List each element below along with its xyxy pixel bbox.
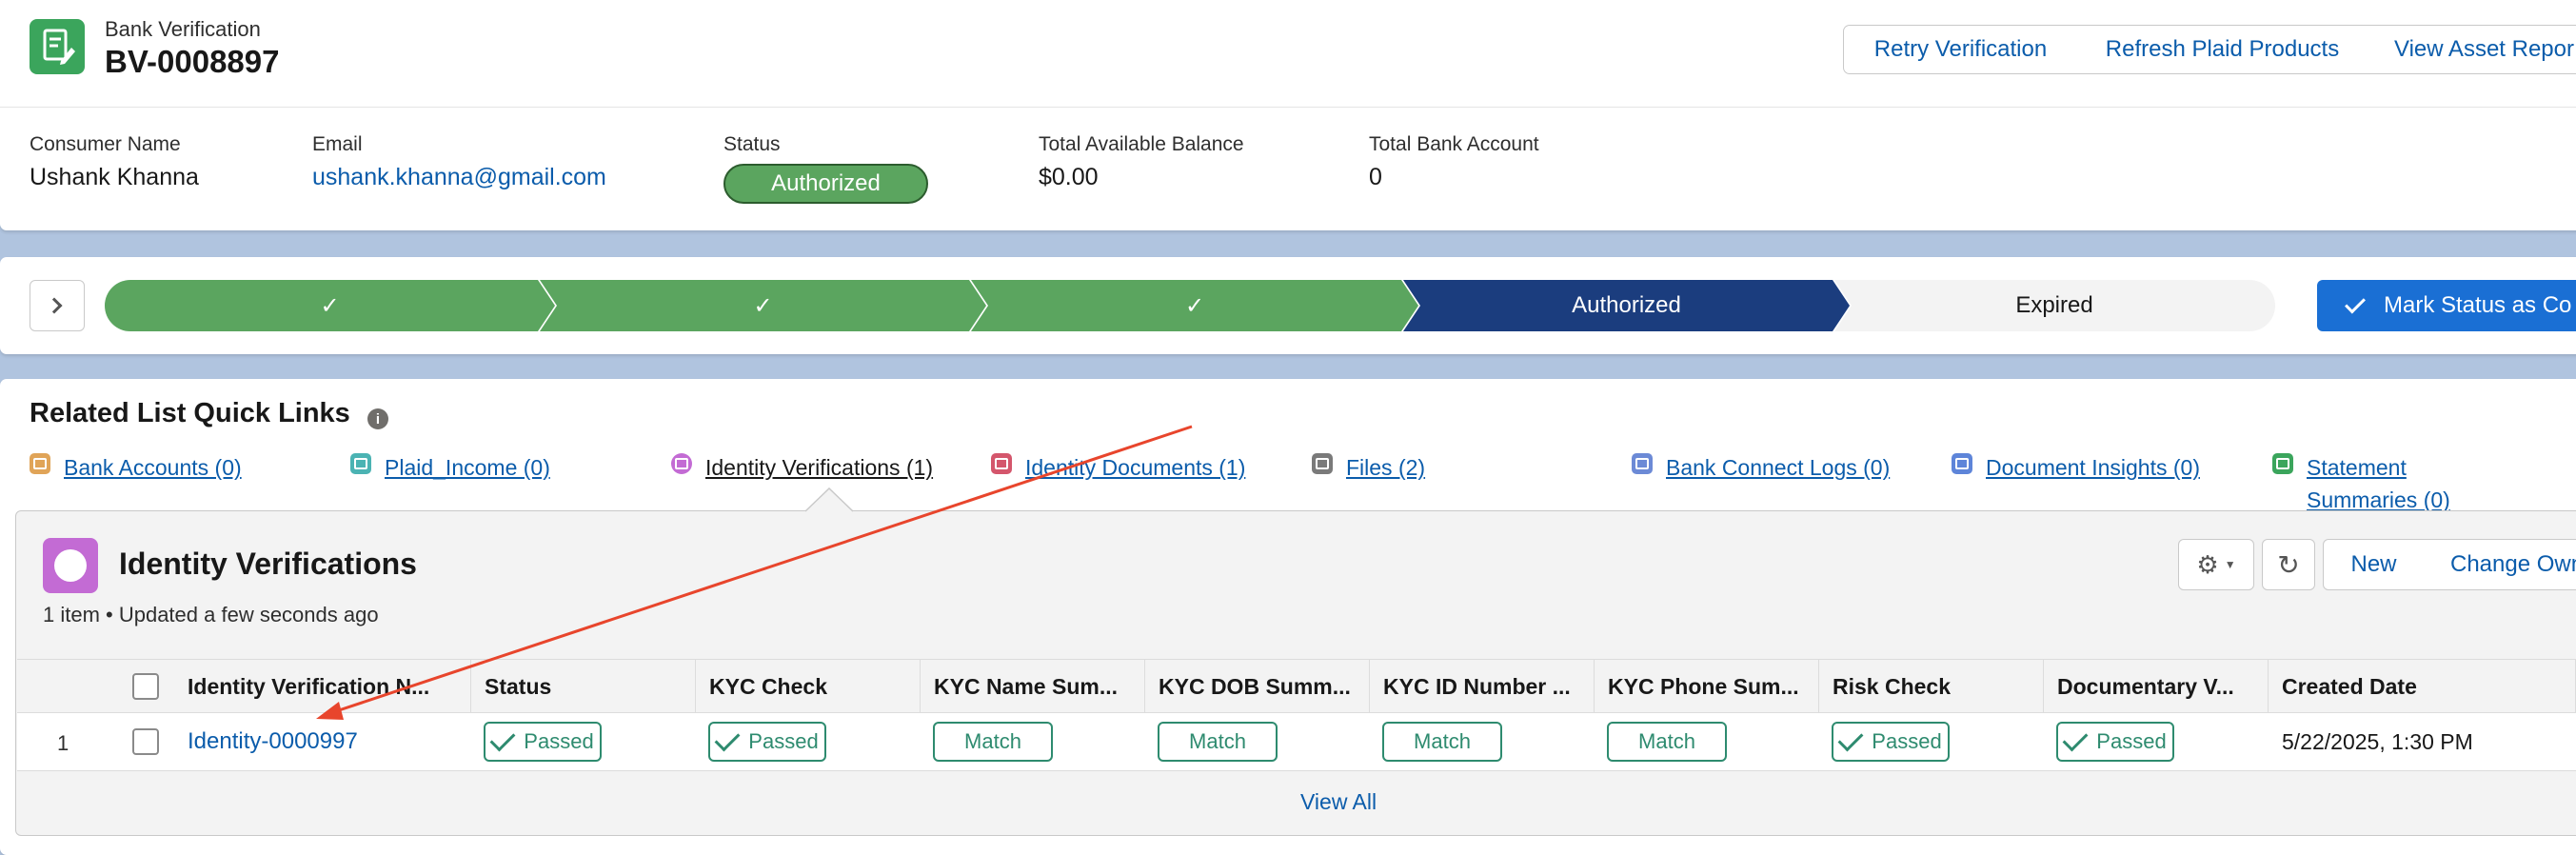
mark-status-button[interactable]: Mark Status as Co [2317,280,2576,331]
header-divider [0,107,2576,108]
retry-verification-button[interactable]: Retry Verification [1843,25,2078,74]
related-list-title[interactable]: Identity Verifications [119,547,417,582]
quick-link-bank-connect-logs[interactable]: Bank Connect Logs (0) [1632,451,1890,484]
col-kyc-name-summary[interactable]: KYC Name Sum... [921,660,1145,713]
related-list-meta: 1 item • Updated a few seconds ago [43,603,379,626]
quick-link-files[interactable]: Files (2) [1312,451,1425,484]
quick-link-document-insights[interactable]: Document Insights (0) [1952,451,2200,484]
kyc-check-passed-pill: Passed [708,722,826,762]
identity-verifications-icon [43,538,98,593]
identity-verification-icon [671,453,692,474]
col-status[interactable]: Status [471,660,696,713]
email-link[interactable]: ushank.khanna@gmail.com [312,164,606,191]
path-stage-3-check[interactable]: ✓ [971,280,1418,331]
quick-links-title: Related List Quick Links [30,398,350,428]
identity-record-link[interactable]: Identity-0000997 [188,728,358,755]
refresh-icon: ↻ [2277,549,2300,580]
bank-icon [30,453,50,474]
quick-link-plaid-income[interactable]: Plaid_Income (0) [350,451,550,484]
expand-path-button[interactable] [30,280,85,331]
check-icon [1837,726,1864,752]
col-created-date[interactable]: Created Date [2269,660,2576,713]
field-total-available-balance: Total Available Balance $0.00 [1039,133,1244,190]
view-asset-report-button[interactable]: View Asset Repor [2368,25,2576,74]
col-kyc-phone-summary[interactable]: KYC Phone Sum... [1595,660,1819,713]
kyc-name-match-pill: Match [933,722,1053,762]
chevron-right-icon [46,297,63,314]
created-date-value: 5/22/2025, 1:30 PM [2282,729,2473,754]
field-consumer-name: Consumer Name Ushank Khanna [30,133,199,190]
object-label: Bank Verification [105,17,261,41]
field-total-bank-account: Total Bank Account 0 [1369,133,1539,190]
bank-verification-icon [30,19,85,74]
col-identity-verification-name[interactable]: Identity Verification N... [174,660,471,713]
insights-icon [1952,453,1972,474]
quick-link-identity-verifications[interactable]: Identity Verifications (1) [671,451,933,484]
bottom-card-edge [1811,844,2576,855]
risk-check-passed-pill: Passed [1832,722,1950,762]
kyc-id-match-pill: Match [1382,722,1502,762]
path-stage-authorized-label[interactable]: Authorized [1403,280,1850,331]
field-email: Email ushank.khanna@gmail.com [312,133,606,191]
status-badge: Authorized [723,164,928,204]
income-icon [350,453,371,474]
check-icon [2062,726,2089,752]
gear-icon: ⚙ [2196,549,2219,579]
new-button[interactable]: New [2323,539,2425,590]
refresh-plaid-products-button[interactable]: Refresh Plaid Products [2077,25,2368,74]
path-stage-1-check[interactable]: ✓ [105,280,555,331]
col-kyc-id-number[interactable]: KYC ID Number ... [1370,660,1595,713]
field-status: Status Authorized [723,133,928,204]
logs-icon [1632,453,1653,474]
kyc-dob-match-pill: Match [1158,722,1278,762]
status-passed-pill: Passed [484,722,602,762]
identity-document-icon [991,453,1012,474]
row-number: 1 [57,731,69,755]
change-owner-button[interactable]: Change Own [2424,539,2576,590]
quick-link-statement-summaries[interactable]: Statement Summaries (0) [2272,451,2491,516]
check-icon [2345,292,2366,313]
statement-icon [2272,453,2293,474]
col-risk-check[interactable]: Risk Check [1819,660,2044,713]
panel-pointer [805,487,853,512]
list-settings-button[interactable]: ⚙ ▼ [2178,539,2254,590]
path-stage-2-check[interactable]: ✓ [540,280,986,331]
files-icon [1312,453,1333,474]
caret-down-icon: ▼ [2224,558,2236,571]
col-documentary-verification[interactable]: Documentary V... [2044,660,2269,713]
view-all-link[interactable]: View All [1300,789,1377,815]
kyc-phone-match-pill: Match [1607,722,1727,762]
info-icon: i [367,408,388,429]
refresh-button[interactable]: ↻ [2262,539,2315,590]
record-name: BV-0008897 [105,44,280,79]
col-kyc-check[interactable]: KYC Check [696,660,921,713]
quick-link-identity-documents[interactable]: Identity Documents (1) [991,451,1245,484]
row-select-checkbox[interactable] [132,728,159,755]
select-all-checkbox[interactable] [132,673,159,700]
check-icon [714,726,741,752]
path-stage-expired-label[interactable]: Expired [1834,280,2274,331]
check-icon [489,726,516,752]
col-kyc-dob-summary[interactable]: KYC DOB Summ... [1145,660,1370,713]
quick-link-bank-accounts[interactable]: Bank Accounts (0) [30,451,242,484]
documentary-passed-pill: Passed [2056,722,2174,762]
